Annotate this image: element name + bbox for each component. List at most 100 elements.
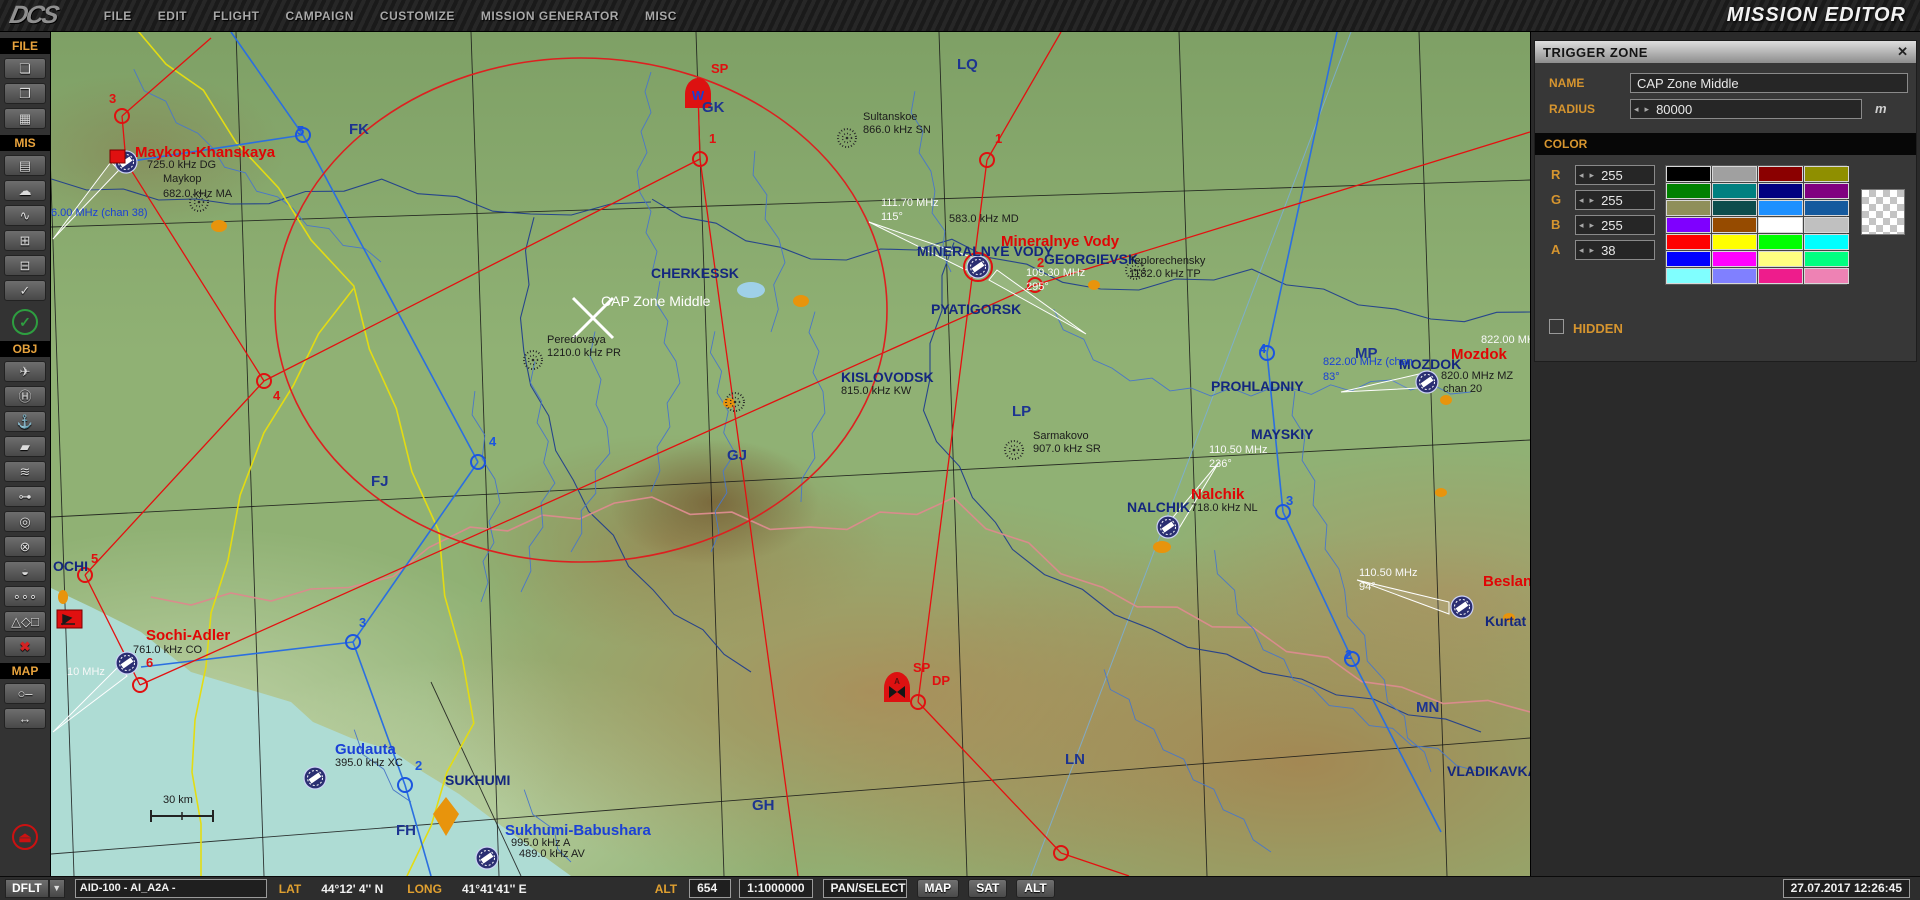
dome-icon[interactable]: ◒ bbox=[4, 561, 46, 582]
zone-name-input[interactable] bbox=[1630, 73, 1908, 93]
hidden-checkbox[interactable] bbox=[1549, 319, 1564, 334]
palette-swatch-2[interactable] bbox=[1758, 166, 1803, 182]
palette-swatch-4[interactable] bbox=[1666, 183, 1711, 199]
spin-right-icon[interactable]: ▸ bbox=[1587, 245, 1598, 256]
channel-stepper-g[interactable]: ◂▸255 bbox=[1575, 190, 1655, 210]
palette-swatch-14[interactable] bbox=[1758, 217, 1803, 233]
linked-circles-icon[interactable]: ∘∘∘ bbox=[4, 586, 46, 607]
palette-swatch-10[interactable] bbox=[1758, 200, 1803, 216]
palette-swatch-9[interactable] bbox=[1712, 200, 1757, 216]
palette-swatch-19[interactable] bbox=[1804, 234, 1849, 250]
layer-button-sat[interactable]: SAT bbox=[968, 879, 1007, 898]
spin-left-icon[interactable]: ◂ bbox=[1631, 104, 1642, 115]
measure-distance-icon[interactable]: ↔ bbox=[4, 708, 46, 729]
palette-swatch-16[interactable] bbox=[1666, 234, 1711, 250]
map-scale[interactable]: 1:1000000 bbox=[739, 879, 812, 898]
palette-swatch-25[interactable] bbox=[1712, 268, 1757, 284]
palette-swatch-8[interactable] bbox=[1666, 200, 1711, 216]
dialog-header[interactable]: TRIGGER ZONE ✕ bbox=[1535, 41, 1916, 63]
palette-swatch-15[interactable] bbox=[1804, 217, 1849, 233]
map-label: 815.0 kHz KW bbox=[841, 386, 911, 397]
map-label: Sochi-Adler bbox=[146, 628, 230, 643]
airplane-icon[interactable]: ✈ bbox=[4, 361, 46, 382]
palette-swatch-27[interactable] bbox=[1804, 268, 1849, 284]
palette-swatch-26[interactable] bbox=[1758, 268, 1803, 284]
palette-swatch-24[interactable] bbox=[1666, 268, 1711, 284]
save-mission-icon[interactable]: ▦ bbox=[4, 108, 46, 129]
channel-stepper-r[interactable]: ◂▸255 bbox=[1575, 165, 1655, 185]
spin-left-icon[interactable]: ◂ bbox=[1576, 220, 1587, 231]
palette-swatch-20[interactable] bbox=[1666, 251, 1711, 267]
circle-x-icon[interactable]: ⊗ bbox=[4, 536, 46, 557]
palette-swatch-22[interactable] bbox=[1758, 251, 1803, 267]
palette-swatch-23[interactable] bbox=[1804, 251, 1849, 267]
profile-dropdown[interactable]: DFLT ▼ bbox=[5, 879, 65, 898]
palette-swatch-1[interactable] bbox=[1712, 166, 1757, 182]
briefing-icon[interactable]: ▤ bbox=[4, 155, 46, 176]
dialog-title: TRIGGER ZONE bbox=[1543, 45, 1648, 60]
shapes-icon[interactable]: △◇□ bbox=[4, 611, 46, 632]
map-label: 583.0 kHz MD bbox=[949, 214, 1019, 225]
palette-swatch-17[interactable] bbox=[1712, 234, 1757, 250]
template-icon[interactable]: ≋ bbox=[4, 461, 46, 482]
menu-item-flight[interactable]: FLIGHT bbox=[200, 3, 272, 29]
chevron-down-icon[interactable]: ▼ bbox=[49, 879, 65, 898]
point-icon[interactable]: ⊶ bbox=[4, 486, 46, 507]
channel-stepper-b[interactable]: ◂▸255 bbox=[1575, 215, 1655, 235]
menu-item-file[interactable]: FILE bbox=[91, 3, 145, 29]
trigger-zone-icon[interactable]: ◎ bbox=[4, 511, 46, 532]
spin-right-icon[interactable]: ▸ bbox=[1587, 220, 1598, 231]
ship-icon[interactable]: ⚓ bbox=[4, 411, 46, 432]
menu-item-mission-generator[interactable]: MISSION GENERATOR bbox=[468, 3, 632, 29]
palette-swatch-13[interactable] bbox=[1712, 217, 1757, 233]
palette-swatch-5[interactable] bbox=[1712, 183, 1757, 199]
mission-filename[interactable]: AID-100 - AI_A2A - Demonstration.miz bbox=[75, 879, 267, 898]
spin-right-icon[interactable]: ▸ bbox=[1587, 195, 1598, 206]
profile-value[interactable]: DFLT bbox=[5, 879, 49, 898]
radius-stepper[interactable]: ◂ ▸ 80000 bbox=[1630, 99, 1862, 119]
menu-item-customize[interactable]: CUSTOMIZE bbox=[367, 3, 468, 29]
palette-swatch-11[interactable] bbox=[1804, 200, 1849, 216]
close-icon[interactable]: ✕ bbox=[1897, 44, 1908, 60]
palette-swatch-3[interactable] bbox=[1804, 166, 1849, 182]
palette-swatch-0[interactable] bbox=[1666, 166, 1711, 182]
exit-editor-icon[interactable]: ⏏ bbox=[12, 824, 38, 850]
validate-check-icon[interactable]: ✓ bbox=[12, 309, 38, 335]
menu-item-misc[interactable]: MISC bbox=[632, 3, 690, 29]
map-label: MN bbox=[1416, 700, 1439, 715]
spin-left-icon[interactable]: ◂ bbox=[1576, 195, 1587, 206]
color-palette bbox=[1665, 165, 1847, 285]
open-mission-icon[interactable]: ❒ bbox=[4, 83, 46, 104]
weather-icon[interactable]: ☁ bbox=[4, 180, 46, 201]
map-canvas[interactable]: WA Maykop-KhanskayaMineralnye VodyNalchi… bbox=[51, 32, 1530, 876]
spin-right-icon[interactable]: ▸ bbox=[1587, 170, 1598, 181]
channel-label-r: R bbox=[1551, 167, 1560, 182]
goals-icon[interactable]: ⊟ bbox=[4, 255, 46, 276]
channel-stepper-a[interactable]: ◂▸38 bbox=[1575, 240, 1655, 260]
mode-indicator[interactable]: PAN/SELECT bbox=[823, 879, 907, 898]
map-label: Sarmakovo bbox=[1033, 431, 1089, 442]
vehicle-icon[interactable]: ▰ bbox=[4, 436, 46, 457]
spin-left-icon[interactable]: ◂ bbox=[1576, 245, 1587, 256]
layer-button-map[interactable]: MAP bbox=[917, 879, 960, 898]
map-label: FK bbox=[349, 122, 369, 137]
spin-left-icon[interactable]: ◂ bbox=[1576, 170, 1587, 181]
triggers-icon[interactable]: ∿ bbox=[4, 205, 46, 226]
layer-button-alt[interactable]: ALT bbox=[1016, 879, 1054, 898]
spin-right-icon[interactable]: ▸ bbox=[1642, 104, 1653, 115]
map-label: 1210.0 kHz PR bbox=[547, 348, 621, 359]
palette-swatch-21[interactable] bbox=[1712, 251, 1757, 267]
map-label: 3 bbox=[359, 616, 366, 629]
mission-options-icon[interactable]: ⊞ bbox=[4, 230, 46, 251]
palette-swatch-12[interactable] bbox=[1666, 217, 1711, 233]
mission-check-icon[interactable]: ✓ bbox=[4, 280, 46, 301]
menu-item-edit[interactable]: EDIT bbox=[145, 3, 200, 29]
palette-swatch-18[interactable] bbox=[1758, 234, 1803, 250]
palette-swatch-7[interactable] bbox=[1804, 183, 1849, 199]
new-mission-icon[interactable]: ❏ bbox=[4, 58, 46, 79]
palette-swatch-6[interactable] bbox=[1758, 183, 1803, 199]
key-icon[interactable]: ○– bbox=[4, 683, 46, 704]
menu-item-campaign[interactable]: CAMPAIGN bbox=[272, 3, 366, 29]
delete-icon[interactable]: ✖ bbox=[4, 636, 46, 657]
helicopter-icon[interactable]: Ⓗ bbox=[4, 386, 46, 407]
